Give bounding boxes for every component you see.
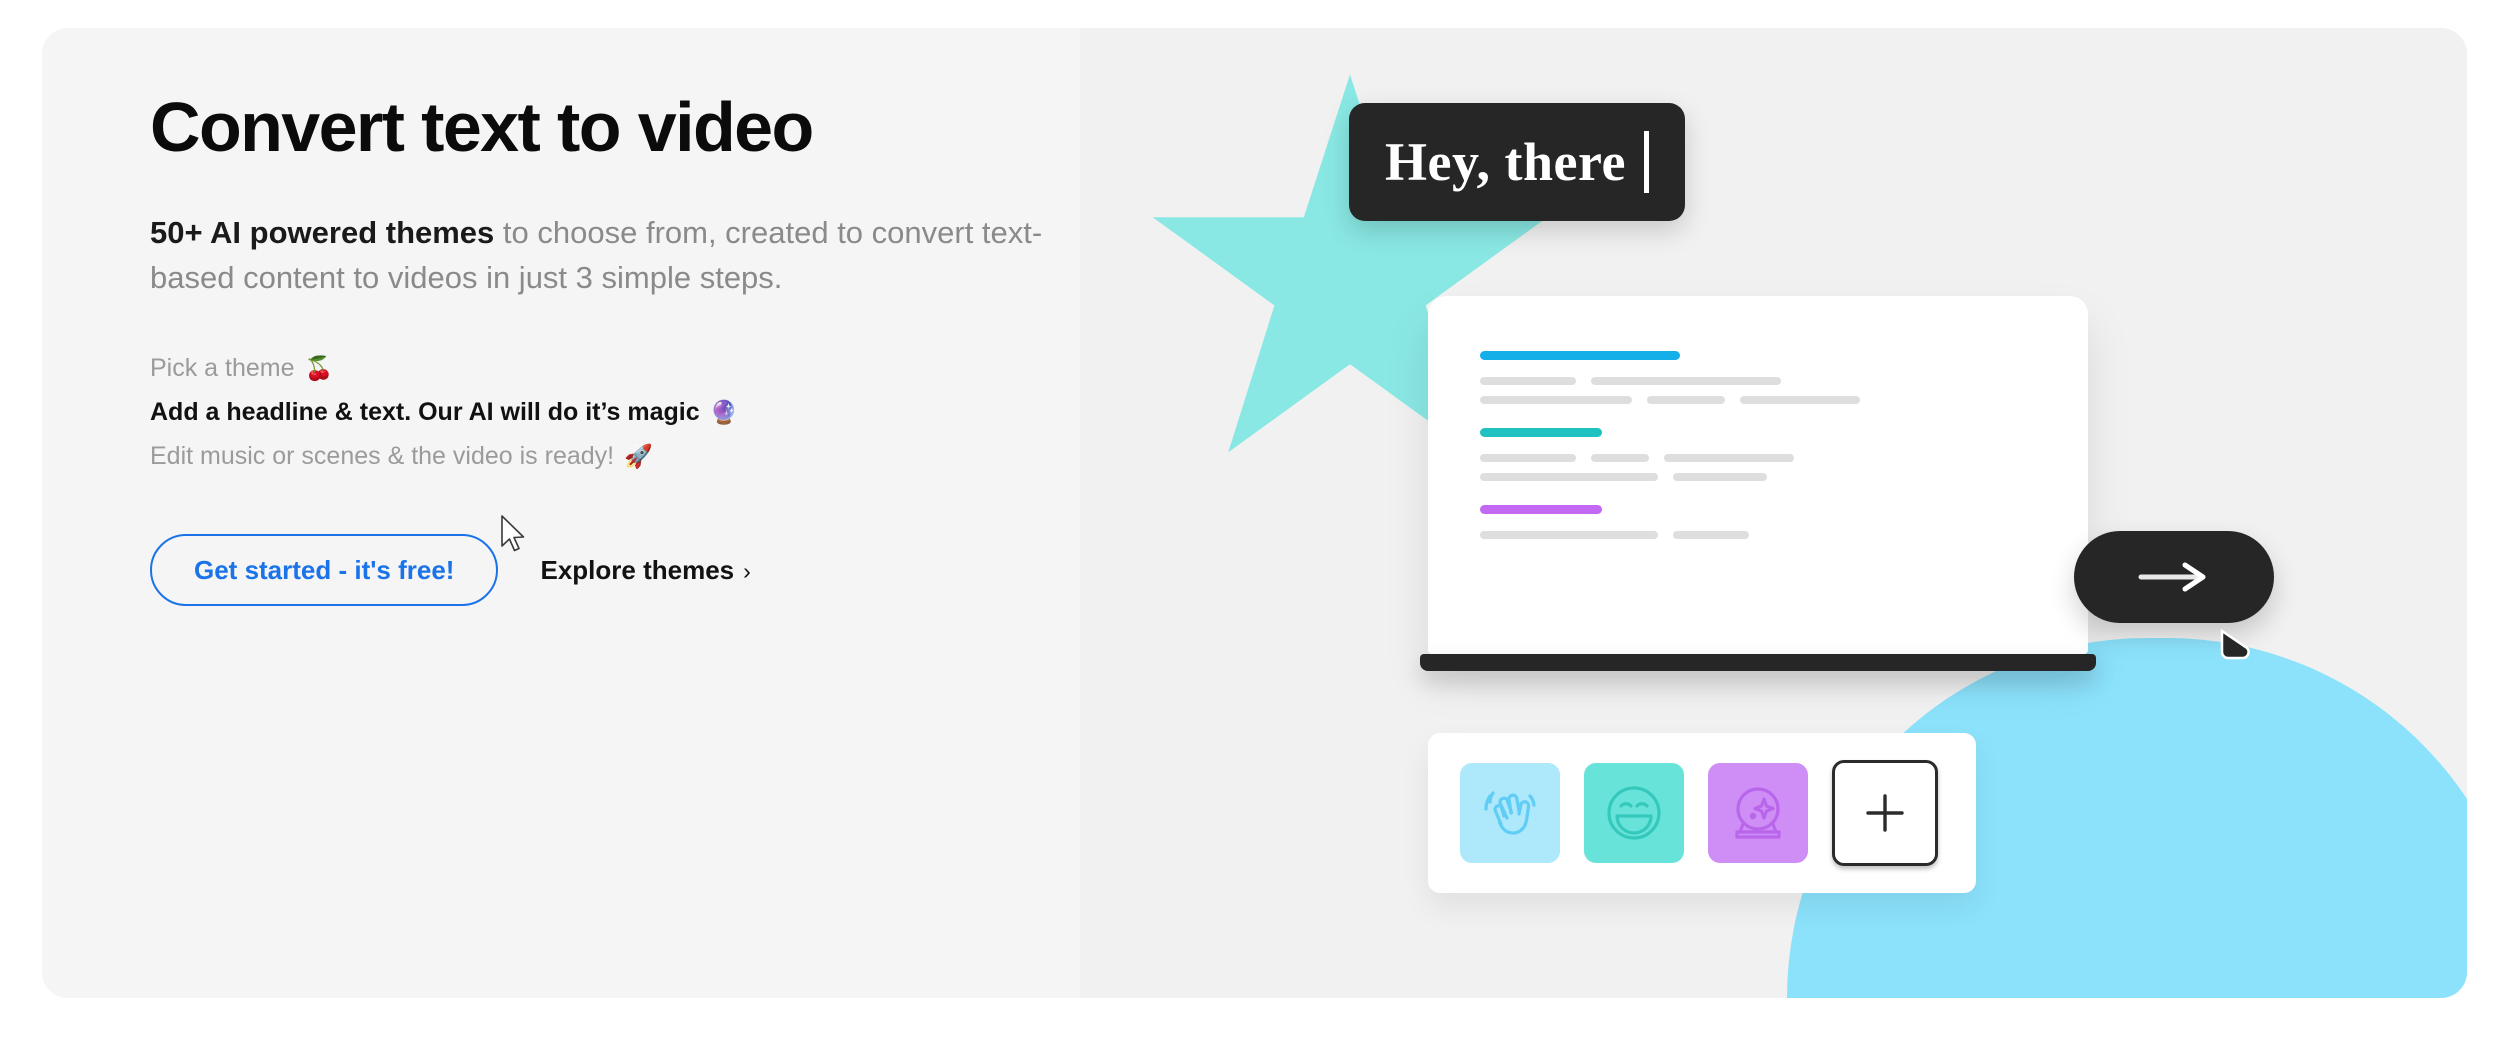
plus-icon xyxy=(1866,794,1904,832)
explore-themes-label: Explore themes xyxy=(540,554,735,585)
doc-segment xyxy=(1591,377,1781,385)
step-label-1: Pick a theme xyxy=(150,354,295,383)
doc-line xyxy=(1480,473,2036,481)
doc-segment xyxy=(1480,396,1632,404)
document-card-base xyxy=(1420,654,2096,671)
doc-heading-blue xyxy=(1480,351,1680,360)
step-item-1: Pick a theme 🍒 xyxy=(150,346,1080,390)
doc-line xyxy=(1480,531,2036,539)
grinning-face-tile[interactable] xyxy=(1584,763,1684,863)
doc-segment xyxy=(1480,454,1576,462)
doc-lines-3 xyxy=(1480,531,2036,539)
doc-segment xyxy=(1480,377,1576,385)
crystal-ball-tile[interactable] xyxy=(1708,763,1808,863)
doc-segment xyxy=(1647,396,1725,404)
headline-chip-label: Hey, there xyxy=(1385,132,1626,192)
doc-line xyxy=(1480,377,2036,385)
page-title: Convert text to video xyxy=(150,88,814,166)
doc-heading-teal xyxy=(1480,428,1602,437)
waving-hand-icon xyxy=(1484,791,1536,835)
hero-panel: Convert text to video 50+ AI powered the… xyxy=(42,28,2467,998)
step-item-2: Add a headline & text. Our AI will do it… xyxy=(150,390,1080,434)
doc-segment xyxy=(1673,473,1767,481)
doc-line xyxy=(1480,396,2036,404)
doc-lines-2 xyxy=(1480,454,2036,481)
next-arrow-button[interactable] xyxy=(2074,531,2274,623)
cta-row: Get started - it's free! Explore themes › xyxy=(150,534,1080,607)
doc-heading-purple xyxy=(1480,505,1602,514)
doc-segment xyxy=(1740,396,1860,404)
text-caret xyxy=(1643,131,1649,193)
doc-segment xyxy=(1664,454,1794,462)
doc-block-1 xyxy=(1480,351,2036,404)
explore-themes-link[interactable]: Explore themes › xyxy=(540,555,750,586)
cursor-pointer-dot-icon xyxy=(2220,628,2250,660)
steps-list: Pick a theme 🍒 Add a headline & text. Our… xyxy=(150,346,1080,478)
doc-block-2 xyxy=(1480,428,2036,481)
doc-segment xyxy=(1480,531,1658,539)
doc-segment xyxy=(1591,454,1649,462)
crystal-ball-emoji: 🔮 xyxy=(709,399,739,426)
step-label-2: Add a headline & text. Our AI will do it… xyxy=(150,398,700,427)
hero-text-column: Convert text to video 50+ AI powered the… xyxy=(42,28,1080,998)
doc-segment xyxy=(1673,531,1749,539)
get-started-button[interactable]: Get started - it's free! xyxy=(150,534,499,607)
arrow-right-icon xyxy=(2138,562,2206,592)
cherries-emoji: 🍒 xyxy=(304,355,334,382)
doc-block-3 xyxy=(1480,505,2036,539)
step-item-3: Edit music or scenes & the video is read… xyxy=(150,434,1080,478)
doc-lines-1 xyxy=(1480,377,2036,404)
step-label-3: Edit music or scenes & the video is read… xyxy=(150,442,615,471)
waving-hand-tile[interactable] xyxy=(1460,763,1560,863)
add-theme-button[interactable] xyxy=(1832,760,1938,866)
doc-segment xyxy=(1480,473,1658,481)
grinning-face-icon xyxy=(1607,786,1661,840)
hero-subheadline-strong: 50+ AI powered themes xyxy=(150,214,495,250)
hero-subheadline: 50+ AI powered themes to choose from, cr… xyxy=(150,210,1050,301)
chevron-right-icon: › xyxy=(743,557,751,584)
rocket-emoji: 🚀 xyxy=(624,443,653,470)
emoji-tray xyxy=(1428,733,1976,893)
document-preview-card xyxy=(1428,296,2088,654)
headline-text-chip[interactable]: Hey, there xyxy=(1349,103,1685,221)
hero-illustration-column: Hey, there xyxy=(1080,28,2467,998)
doc-line xyxy=(1480,454,2036,462)
crystal-ball-icon xyxy=(1735,787,1781,839)
